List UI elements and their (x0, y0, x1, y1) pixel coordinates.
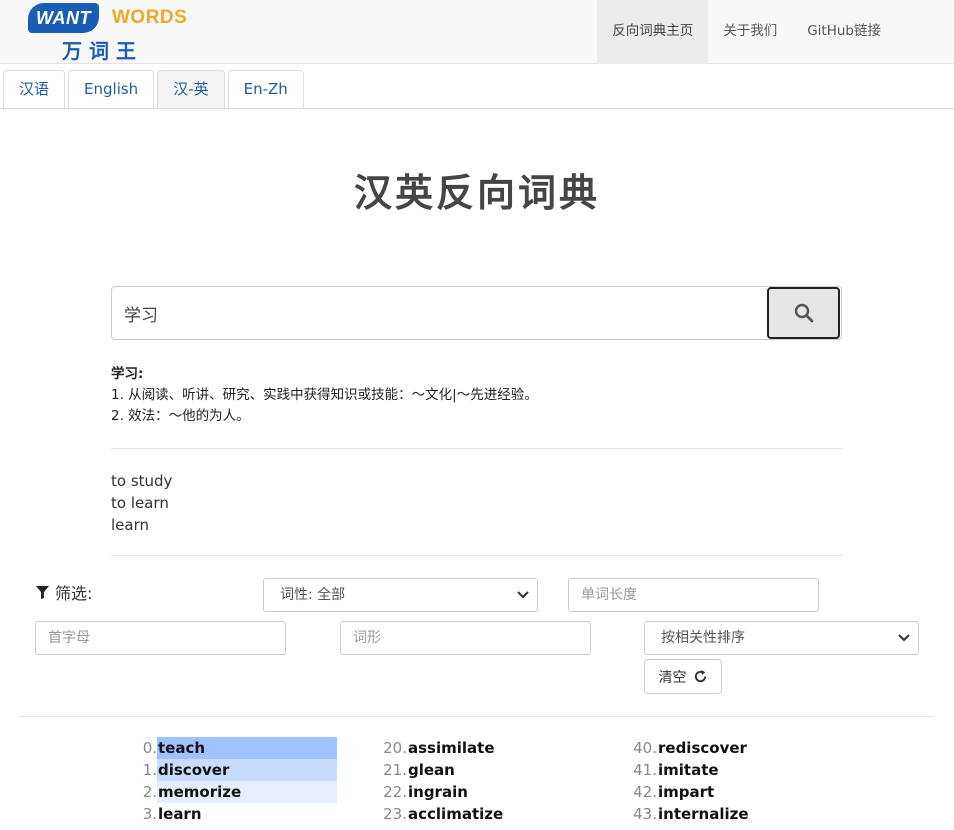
search-icon (794, 303, 813, 323)
filter-label: 筛选: (36, 580, 92, 604)
sort-select-value: 按相关性排序 (661, 630, 745, 646)
definition: 学习: 1. 从阅读、听讲、研究、实践中获得知识或技能：～文化|～先进经验。 2… (111, 364, 842, 427)
definition-sense: 1. 从阅读、听讲、研究、实践中获得知识或技能：～文化|～先进经验。 (111, 387, 538, 403)
result-word[interactable]: impart (657, 781, 714, 803)
result-item[interactable]: 40.rediscover (0, 737, 749, 759)
pos-select[interactable]: 词性: 全部 (263, 578, 538, 612)
result-item[interactable]: 43.internalize (0, 803, 749, 825)
translation-item: to learn (111, 494, 169, 512)
tab-en-zh[interactable]: En-Zh (227, 70, 304, 108)
translation-item: learn (111, 516, 149, 534)
search-button[interactable] (767, 287, 840, 339)
sort-select[interactable]: 按相关性排序 (644, 621, 919, 655)
nav-links: 反向词典主页 关于我们 GitHub链接 (597, 0, 896, 64)
word-form-input[interactable]: 词形 (340, 621, 591, 655)
translations: to study to learn learn (111, 470, 172, 536)
result-item[interactable]: 42.impart (0, 781, 749, 803)
clear-button-label: 清空 (658, 669, 687, 686)
divider (111, 448, 843, 449)
search-box (111, 286, 842, 340)
pos-select-value: 词性: 全部 (280, 587, 346, 603)
result-word[interactable]: internalize (657, 803, 749, 825)
wantwords-logo[interactable]: WANT WORDS 万词王 (28, 3, 188, 63)
result-item[interactable]: 41.imitate (0, 759, 749, 781)
page-title: 汉英反向词典 (353, 170, 600, 215)
result-number: 40. (633, 739, 657, 757)
clear-button[interactable]: 清空 (644, 659, 722, 694)
filter-icon (36, 585, 49, 599)
logo-cn: 万词王 (62, 39, 143, 63)
definition-sense: 2. 效法：～他的为人。 (111, 408, 250, 424)
divider (19, 716, 934, 717)
result-number: 42. (633, 783, 657, 801)
language-tabs: 汉语 English 汉-英 En-Zh (0, 66, 954, 109)
tab-chinese[interactable]: 汉语 (3, 70, 66, 108)
nav-github[interactable]: GitHub链接 (792, 0, 896, 64)
chevron-down-icon (898, 634, 910, 642)
word-length-input[interactable]: 单词长度 (568, 578, 819, 612)
logo-words: WORDS (112, 7, 188, 28)
chevron-down-icon (517, 591, 529, 599)
refresh-icon (694, 669, 706, 683)
tab-zh-en[interactable]: 汉-英 (157, 70, 225, 108)
navbar: WANT WORDS 万词王 反向词典主页 关于我们 GitHub链接 (0, 0, 954, 64)
results-column-3: 40.rediscover 41.imitate 42.impart 43.inter… (0, 737, 749, 825)
translation-item: to study (111, 472, 173, 490)
definition-headword: 学习: (111, 366, 144, 382)
nav-about[interactable]: 关于我们 (708, 0, 792, 64)
initial-letter-input[interactable]: 首字母 (35, 621, 286, 655)
divider (111, 555, 843, 556)
result-number: 41. (633, 761, 657, 779)
search-input[interactable] (112, 287, 768, 339)
result-word[interactable]: imitate (657, 759, 719, 781)
logo-badge: WANT (28, 3, 99, 33)
result-word[interactable]: rediscover (657, 737, 747, 759)
filter-label-text: 筛选: (55, 584, 93, 603)
tab-english[interactable]: English (68, 70, 155, 108)
nav-home[interactable]: 反向词典主页 (597, 0, 709, 64)
result-number: 43. (633, 805, 657, 823)
